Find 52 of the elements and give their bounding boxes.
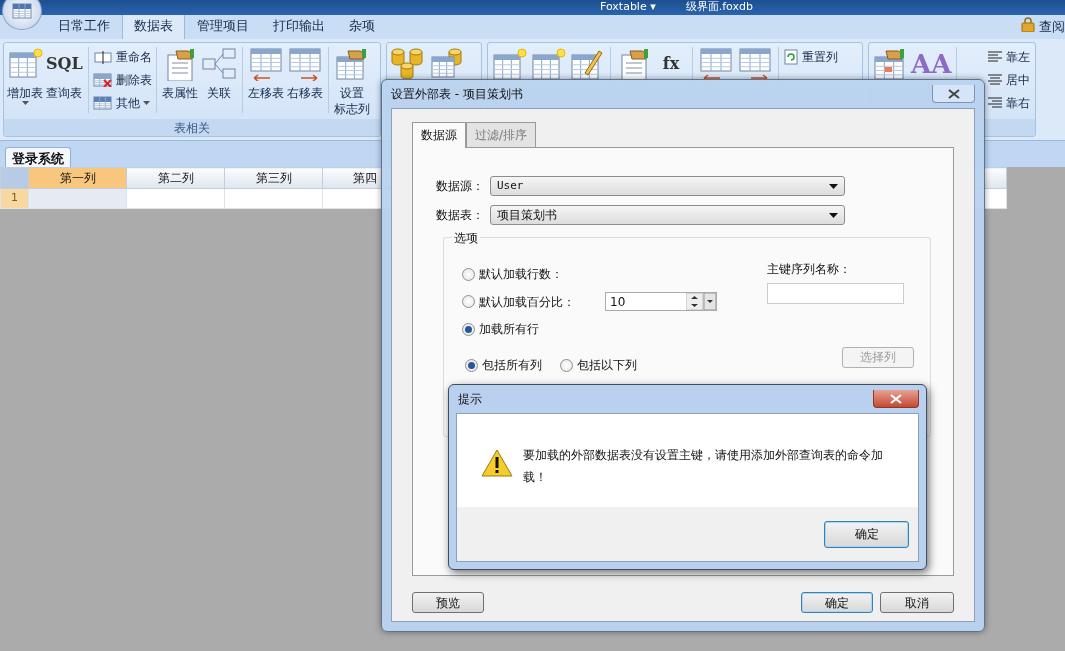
message-text: 要加载的外部数据表没有设置主键，请使用添加外部查询表的命令加载！: [523, 447, 884, 486]
ribbon-tab[interactable]: 打印输出: [261, 15, 337, 39]
ribbon-button[interactable]: 右移表: [285, 47, 324, 101]
ribbon-button[interactable]: SQL 查询表: [45, 47, 84, 101]
ribbon-button[interactable]: 表属性: [160, 47, 199, 101]
radio-button[interactable]: 默认加载百分比：: [462, 292, 575, 311]
ribbon-button[interactable]: 靠左: [987, 47, 1031, 67]
mode-link[interactable]: 查阅: [1039, 17, 1065, 37]
ribbon-tab[interactable]: 管理项目: [185, 15, 261, 39]
dropdown-field[interactable]: 项目策划书: [490, 205, 845, 225]
file-name: 级界面.foxdb: [685, 0, 753, 15]
ribbon-button[interactable]: 其他: [92, 93, 152, 113]
dialog-button[interactable]: 取消: [880, 592, 954, 613]
column-header[interactable]: 第一列: [28, 167, 127, 189]
ribbon-button[interactable]: 设置 标志列: [332, 47, 371, 117]
text-icon: SQL: [46, 47, 83, 81]
ribbon-tab[interactable]: 杂项: [337, 15, 387, 39]
ribbon-button[interactable]: 靠右: [987, 93, 1031, 113]
dialog-tab[interactable]: 过滤/排序: [466, 122, 537, 147]
row-header[interactable]: 1: [0, 188, 29, 209]
text-icon: fx: [662, 47, 680, 81]
ribbon-button[interactable]: 删除表: [92, 70, 152, 90]
dialog-button[interactable]: 确定: [801, 592, 873, 613]
group-title: 选项: [452, 229, 480, 247]
dropdown-field[interactable]: User: [490, 176, 845, 196]
radio-button[interactable]: 默认加载行数：: [462, 265, 563, 283]
ribbon-button[interactable]: 重置列: [783, 47, 838, 67]
ok-button[interactable]: 确定: [824, 520, 909, 548]
ribbon-button[interactable]: 重命名: [92, 47, 152, 67]
column-header[interactable]: 第三列: [224, 167, 323, 189]
field-label: 数据表：: [436, 207, 484, 224]
field-label: 数据源：: [436, 178, 484, 195]
radio-button[interactable]: 包括所有列: [465, 356, 542, 374]
ribbon-button[interactable]: 增加表: [6, 47, 44, 105]
ribbon-button[interactable]: fx: [654, 47, 688, 85]
field-label: 主键序列名称：: [767, 261, 852, 278]
spin-field[interactable]: 10: [605, 292, 717, 311]
sheet-tab[interactable]: 登录系统: [5, 147, 71, 167]
dialog-title: 设置外部表 - 项目策划书: [391, 86, 523, 103]
radio-button[interactable]: 加载所有行: [462, 320, 539, 338]
ribbon-tab[interactable]: 数据表: [122, 15, 185, 39]
window-title: Foxtable ▾: [600, 0, 656, 15]
ribbon-button[interactable]: 关联: [199, 47, 238, 101]
dialog-button[interactable]: 预览: [412, 592, 484, 613]
dialog-title: 提示: [458, 391, 482, 408]
group-label: 表相关: [4, 119, 380, 136]
ribbon-button[interactable]: 左移表: [246, 47, 285, 101]
dialog-tab[interactable]: 数据源: [412, 122, 466, 148]
column-header[interactable]: 第二列: [126, 167, 225, 189]
radio-button[interactable]: 包括以下列: [560, 356, 637, 374]
ribbon-button[interactable]: 居中: [987, 70, 1031, 90]
ribbon-tab[interactable]: 日常工作: [46, 15, 122, 39]
